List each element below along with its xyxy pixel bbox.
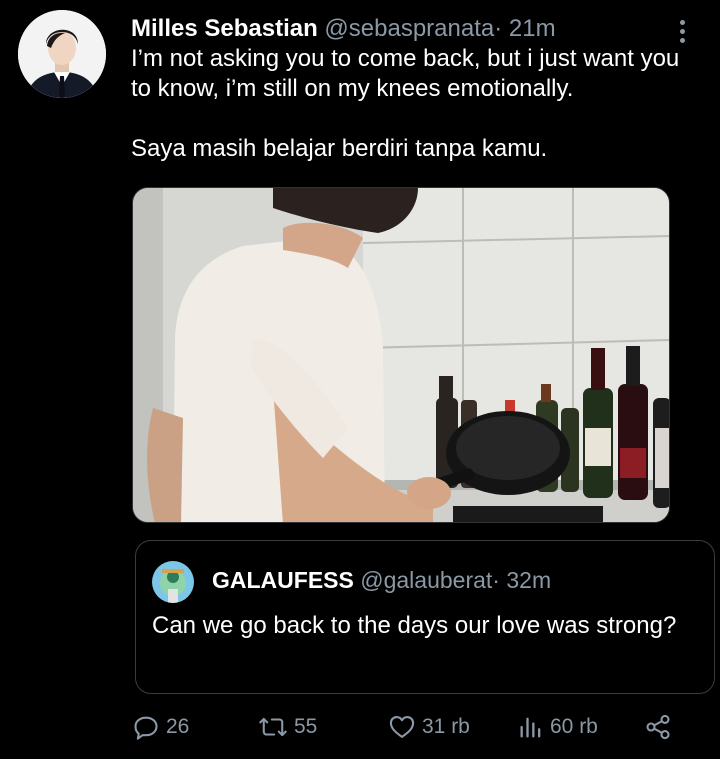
tweet-timestamp[interactable]: 21m — [509, 15, 556, 42]
author-avatar[interactable] — [18, 10, 106, 98]
retweet-icon — [259, 717, 287, 737]
tweet[interactable]: Milles Sebastian @sebaspranata· 21m I’m … — [0, 0, 720, 759]
tweet-text-line-1: I’m not asking you to come back, but i j… — [131, 45, 680, 102]
tweet-header: Milles Sebastian @sebaspranata· 21m — [131, 14, 556, 44]
share-icon — [646, 714, 670, 740]
views-count: 60 rb — [550, 715, 598, 738]
author-handle[interactable]: @sebaspranata — [324, 15, 494, 42]
author-display-name[interactable]: Milles Sebastian — [131, 15, 318, 42]
retweet-button[interactable]: 55 — [258, 710, 317, 744]
quoted-header-separator: · — [492, 567, 500, 593]
quoted-author-avatar[interactable] — [152, 561, 194, 603]
tweet-text: I’m not asking you to come back, but i j… — [131, 44, 701, 164]
more-options-button[interactable] — [670, 14, 694, 48]
quoted-tweet-header: GALAUFESS @galauberat· 32m — [212, 565, 551, 595]
header-separator: · — [494, 15, 503, 42]
retweet-count: 55 — [294, 715, 318, 738]
tweet-photo[interactable] — [132, 187, 670, 523]
quoted-author-display-name[interactable]: GALAUFESS — [212, 567, 354, 593]
reply-icon — [134, 716, 158, 740]
reply-button[interactable]: 26 — [132, 710, 189, 744]
views-icon — [520, 717, 541, 738]
reply-count: 26 — [166, 715, 190, 738]
quoted-author-handle[interactable]: @galauberat — [360, 567, 492, 593]
like-icon — [389, 716, 415, 738]
share-button[interactable] — [644, 710, 672, 744]
like-count: 31 rb — [422, 715, 470, 738]
tweet-text-line-2: Saya masih belajar berdiri tanpa kamu. — [131, 135, 548, 162]
views-button[interactable]: 60 rb — [518, 710, 598, 744]
more-icon — [679, 19, 685, 25]
quoted-tweet-text: Can we go back to the days our love was … — [152, 612, 677, 639]
like-button[interactable]: 31 rb — [388, 710, 470, 744]
tweet-actions: 26 55 31 rb 60 rb — [132, 710, 692, 744]
quoted-tweet-timestamp[interactable]: 32m — [506, 567, 551, 593]
quoted-tweet[interactable]: GALAUFESS @galauberat· 32m Can we go bac… — [135, 540, 715, 694]
